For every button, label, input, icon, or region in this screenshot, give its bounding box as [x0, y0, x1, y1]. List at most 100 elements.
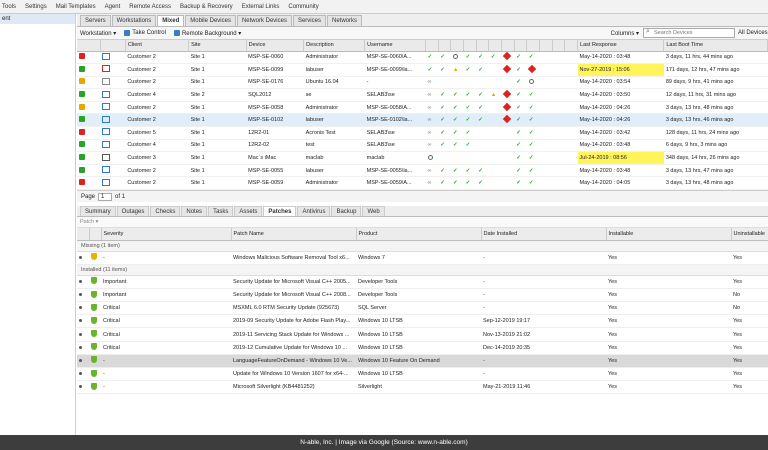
select-cell[interactable] — [77, 301, 89, 316]
select-cell[interactable] — [77, 354, 89, 369]
col-icon-3[interactable] — [450, 40, 465, 52]
device-filter-select[interactable]: All Devices — [738, 28, 768, 38]
device-row[interactable]: Customer 2 Site 1 MSP-SE-0059 Administrator… — [77, 176, 768, 191]
tab-web[interactable]: Web — [362, 206, 385, 217]
tab-tasks[interactable]: Tasks — [208, 206, 234, 217]
device-row[interactable]: Customer 2 Site 1 MSP-SE-0099 labuser MSP-SE… — [77, 63, 768, 77]
select-cell[interactable] — [77, 380, 89, 395]
device-row[interactable]: Customer 2 Site 1 MSP-SE-0060 Administrator… — [77, 51, 768, 65]
col-icon-10[interactable] — [539, 40, 553, 52]
col-uninstallable[interactable]: Uninstallable — [731, 228, 768, 241]
remote-background-button[interactable]: Remote Background ▾ — [173, 30, 241, 37]
col-icon-12[interactable] — [564, 40, 579, 52]
col-icon-2[interactable] — [438, 40, 452, 52]
patch-row[interactable]: - Windows Malicious Software Removal Tool… — [77, 251, 768, 265]
col-shield[interactable] — [89, 228, 102, 241]
sidebar-selected-item[interactable]: ent — [0, 14, 75, 24]
col-last-response[interactable]: Last Response — [577, 40, 665, 52]
group-row[interactable]: Installed (11 items) — [77, 264, 768, 276]
tab-patches[interactable]: Patches — [263, 206, 297, 217]
tab-workstations[interactable]: Workstations — [111, 15, 157, 26]
device-row[interactable]: Customer 4 Site 1 12R2-02 test SELAB3\se ∞ ✓ ✓ ✓… — [77, 139, 768, 153]
col-device[interactable]: Device — [246, 40, 305, 52]
patch-row[interactable]: Important Security Update for Microsoft V… — [77, 275, 768, 289]
menu-item[interactable]: Remote Access — [129, 4, 171, 10]
col-site[interactable]: Site — [188, 40, 247, 52]
tab-outages[interactable]: Outages — [116, 206, 150, 217]
search-input[interactable]: Search Devices — [643, 28, 735, 38]
col-severity[interactable]: Severity — [101, 228, 232, 241]
col-icon-8[interactable] — [514, 40, 528, 52]
patch-row[interactable]: Critical MSXML 6.0 RTM Security Update (9… — [77, 301, 768, 316]
menu-item[interactable]: Settings — [25, 4, 47, 10]
tab-summary[interactable]: Summary — [80, 206, 116, 217]
col-installable[interactable]: Installable — [606, 228, 732, 241]
col-icon-4[interactable] — [463, 40, 477, 52]
col-select[interactable] — [77, 228, 90, 241]
tab-notes[interactable]: Notes — [181, 206, 208, 217]
device-row[interactable]: Customer 2 Site 1 MSP-SE-0058 Administrator… — [77, 101, 768, 115]
col-icon-1[interactable] — [425, 40, 439, 52]
tab-networks[interactable]: Networks — [326, 15, 362, 26]
device-row[interactable]: Customer 2 Site 1 MSP-SE-0055 labuser MSP-SE… — [77, 164, 768, 178]
menu-item[interactable]: External Links — [242, 4, 280, 10]
col-icon-11[interactable] — [552, 40, 566, 52]
columns-dropdown[interactable]: Columns ▾ — [611, 30, 639, 37]
patch-row[interactable]: - Update for Windows 10 Version 1607 for … — [77, 367, 768, 382]
patch-row[interactable]: Critical 2019-09 Security Update for Adob… — [77, 314, 768, 329]
status-cell — [77, 63, 101, 77]
col-status[interactable] — [77, 40, 101, 52]
select-cell[interactable] — [77, 288, 89, 303]
col-icon-9[interactable] — [526, 40, 541, 52]
tab-backup[interactable]: Backup — [331, 206, 362, 217]
col-product[interactable]: Product — [356, 228, 482, 241]
device-row[interactable]: Customer 3 Site 1 Mac`s iMac maclab maclab ✓ ✓… — [77, 151, 768, 165]
status-icon-cell: ∞ — [425, 88, 439, 102]
patch-row[interactable]: - LanguageFeatureOnDemand - Windows 10 Ve… — [77, 354, 768, 369]
patch-row[interactable]: Important Security Update for Microsoft V… — [77, 288, 768, 303]
col-description[interactable]: Description — [303, 40, 366, 52]
select-cell[interactable] — [77, 251, 89, 265]
col-icon-7[interactable] — [501, 40, 515, 52]
patch-row[interactable]: Critical 2019-11 Servicing Stack Update f… — [77, 327, 768, 342]
tab-assets[interactable]: Assets — [234, 206, 263, 217]
col-last-boot[interactable]: Last Boot Time — [663, 40, 768, 52]
tab-checks[interactable]: Checks — [150, 206, 181, 217]
status-icon-cell — [425, 151, 439, 165]
patch-row[interactable]: - Microsoft Silverlight (KB4481252) Silver… — [77, 380, 768, 395]
col-username[interactable]: Username — [364, 40, 427, 52]
select-cell[interactable] — [77, 367, 89, 382]
select-cell[interactable] — [77, 341, 89, 355]
device-row[interactable]: Customer 2 Site 1 MSP-SE-0176 Ubuntu 16.04-… — [77, 76, 768, 90]
col-icon-5[interactable] — [476, 40, 490, 52]
menu-item[interactable]: Community — [288, 4, 318, 10]
tab-mixed[interactable]: Mixed — [157, 15, 185, 26]
page-input[interactable]: 1 — [98, 192, 113, 201]
col-patch-name[interactable]: Patch Name — [231, 228, 357, 241]
group-row[interactable]: Missing (1 item) — [77, 240, 768, 252]
menu-item[interactable]: Mail Templates — [56, 4, 96, 10]
tab-servers[interactable]: Servers — [80, 15, 111, 26]
select-cell[interactable] — [77, 327, 89, 342]
tab-antivirus[interactable]: Antivirus — [297, 206, 331, 217]
menu-item[interactable]: Tools — [2, 4, 16, 10]
menu-item[interactable]: Agent — [105, 4, 121, 10]
patch-dropdown[interactable]: Patch ▾ — [77, 217, 768, 229]
status-icon-cell: ✓ — [514, 113, 527, 128]
col-icon-6[interactable] — [488, 40, 503, 52]
col-client[interactable]: Client — [125, 40, 190, 52]
tab-mobile-devices[interactable]: Mobile Devices — [185, 15, 236, 26]
take-control-button[interactable]: Take Control — [124, 30, 166, 36]
menu-item[interactable]: Backup & Recovery — [180, 4, 233, 10]
col-date-installed[interactable]: Date Installed — [481, 228, 607, 241]
device-row[interactable]: Customer 2 Site 1 MSP-SE-0102 labuser MSP-SE… — [77, 113, 768, 128]
tab-network-devices[interactable]: Network Devices — [236, 15, 292, 26]
select-cell[interactable] — [77, 314, 89, 329]
device-row[interactable]: Customer 4 Site 2 SQL2012 se SELAB3\se ∞ ✓ ✓ ✓ ✓ ▲… — [77, 88, 768, 102]
col-os[interactable] — [100, 40, 126, 52]
tab-services[interactable]: Services — [292, 15, 326, 26]
workstation-dropdown[interactable]: Workstation ▾ — [80, 30, 116, 37]
patch-row[interactable]: Critical 2019-12 Cumulative Update for Wi… — [77, 341, 768, 355]
select-cell[interactable] — [77, 275, 89, 289]
device-row[interactable]: Customer 5 Site 1 12R2-01 Acronis Test SELAB… — [77, 126, 768, 140]
